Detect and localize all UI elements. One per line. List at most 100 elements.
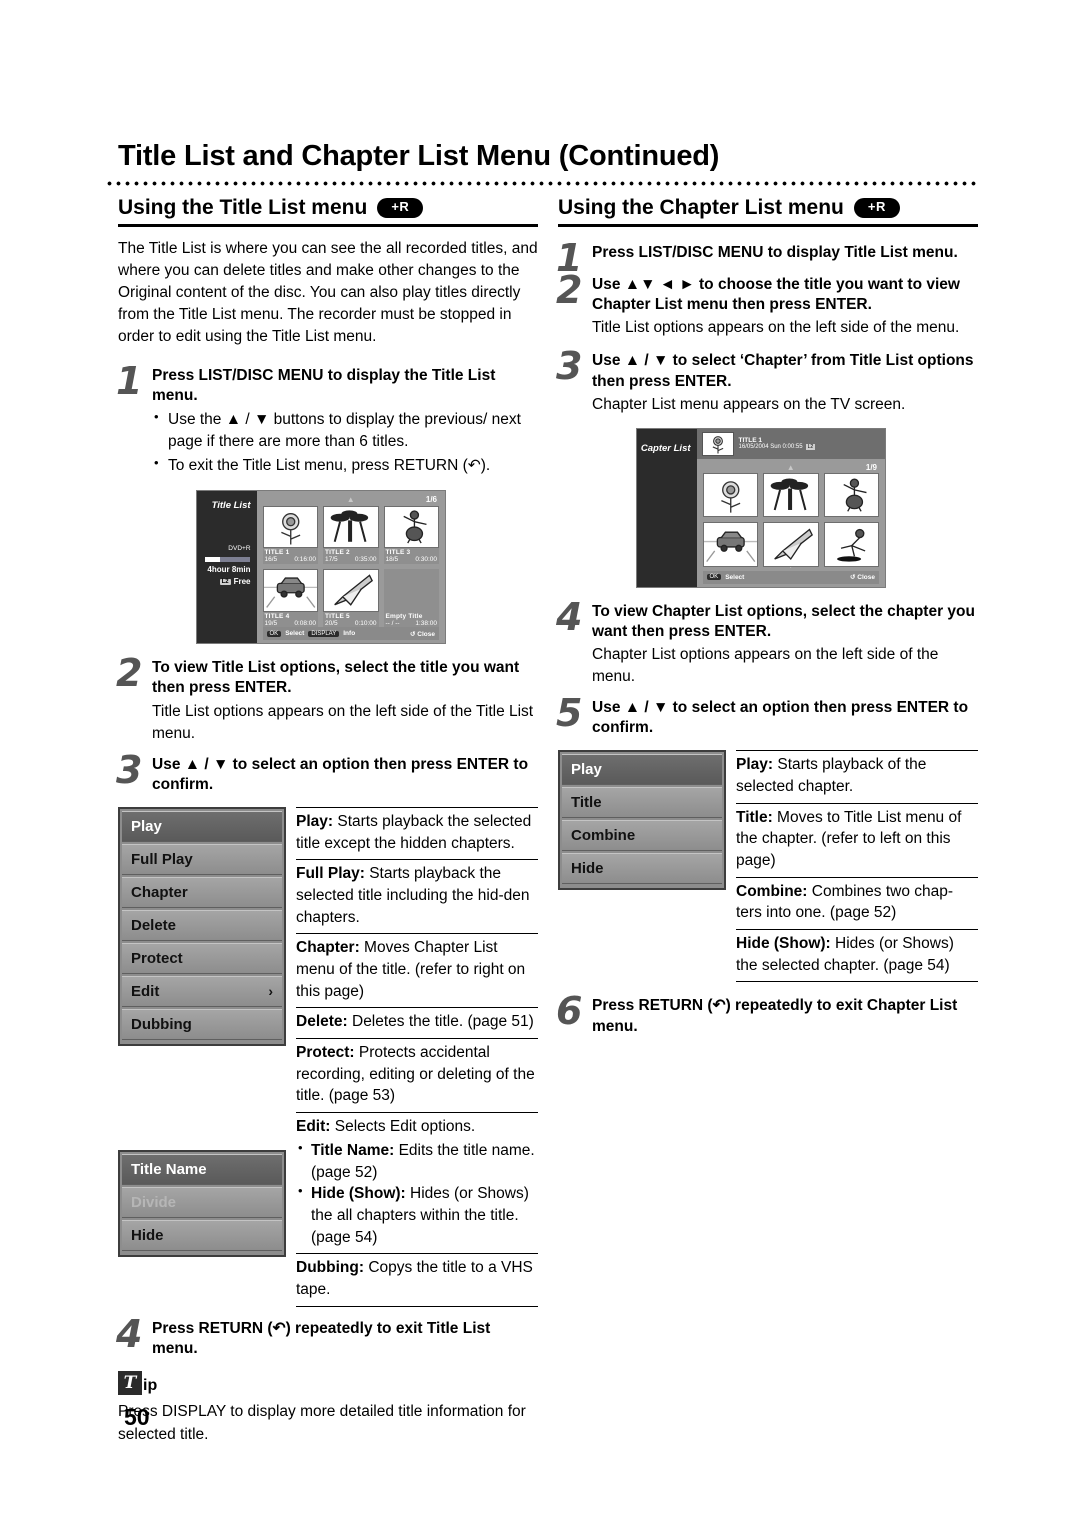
thumbnail-figure — [823, 472, 879, 518]
chapter-cell[interactable] — [702, 472, 758, 518]
screen-main: 1/9 ▲ ▼ — [697, 459, 885, 587]
menu-item-protect[interactable]: Protect — [122, 942, 282, 974]
step-heading: Press LIST/DISC MENU to display Title Li… — [592, 244, 958, 261]
title-cell-date: 17/5 — [325, 556, 338, 564]
title-list-options-menu[interactable]: Play Full Play Chapter Delete Protect Ed… — [118, 806, 286, 1046]
right-column: Using the Chapter List menu +R 1 Press L… — [556, 196, 978, 1037]
menu-item-play[interactable]: Play — [562, 754, 722, 786]
menu-item-combine[interactable]: Combine — [562, 820, 722, 852]
description-term: Edit: — [296, 1118, 331, 1136]
title-cell-time: 0:08:00 — [294, 619, 316, 627]
description-title: Title: Moves to Title List menu of the c… — [736, 802, 978, 877]
screen-sidebar-title: Capter List — [640, 442, 691, 454]
title-cell-meta: 16/5 0:16:00 — [263, 556, 318, 564]
chapter-header-chip: L2 — [805, 444, 816, 451]
screen-page-indicator: 1/6 — [425, 495, 437, 505]
tip-heading: T ip — [118, 1370, 538, 1395]
footer-label: Select — [285, 630, 305, 638]
left-step-2: 2 To view Title List options, select the… — [116, 654, 538, 744]
menu-item-chapter[interactable]: Chapter — [122, 876, 282, 908]
right-step-1: 1 Press LIST/DISC MENU to display Title … — [556, 239, 978, 277]
chapter-cell[interactable] — [702, 522, 758, 567]
edit-submenu[interactable]: Title Name Divide Hide — [118, 1149, 286, 1257]
step-subtext: Chapter List options appears on the left… — [592, 645, 939, 685]
chapter-cell[interactable] — [823, 522, 879, 567]
title-cell[interactable]: TITLE 2 17/5 0:35:00 — [323, 506, 379, 565]
description-term: Title: — [736, 808, 773, 826]
submenu-item-hide[interactable]: Hide — [122, 1219, 282, 1251]
title-cell-name: TITLE 5 — [325, 612, 350, 620]
disc-format-badge: +R — [853, 198, 900, 218]
left-intro-text: The Title List is where you can see the … — [118, 240, 538, 345]
scroll-up-icon[interactable]: ▲ — [787, 463, 795, 472]
title-cell[interactable]: TITLE 1 16/5 0:16:00 — [262, 506, 318, 565]
title-cell-name: TITLE 1 — [264, 549, 290, 557]
title-cell-date: -- / -- — [385, 619, 400, 627]
chapter-list-options-menu[interactable]: Play Title Combine Hide — [558, 750, 726, 891]
left-column: Using the Title List menu +R The Title L… — [116, 196, 538, 1447]
menu-item-full-play[interactable]: Full Play — [122, 843, 282, 875]
description-hide-show: Hide (Show): Hides (or Shows) the select… — [736, 929, 978, 981]
thumbnail-car — [702, 522, 758, 567]
description-play: Play: Starts playback the selected title… — [296, 806, 538, 859]
page-title: Title List and Chapter List Menu (Contin… — [118, 140, 720, 172]
screen-sidebar-title: Title List — [211, 500, 251, 512]
step-heading: Press RETURN (↶) repeatedly to exit Titl… — [152, 1319, 491, 1357]
chapter-cell[interactable] — [763, 522, 819, 567]
step-subtext: Title List options appears on the left s… — [592, 319, 960, 337]
menu-item-delete[interactable]: Delete — [122, 909, 282, 941]
right-step-6: 6 Press RETURN (↶) repeatedly to exit Ch… — [556, 992, 978, 1036]
step-number: 2 — [556, 268, 583, 313]
menu-item-play[interactable]: Play — [122, 810, 282, 842]
title-cell-meta: 18/5 0:30:00 — [384, 556, 440, 564]
step-1-bullets: Use the ▲ / ▼ buttons to display the pre… — [152, 408, 538, 476]
menu-item-dubbing[interactable]: Dubbing — [122, 1008, 282, 1040]
description-full-play: Full Play: Starts playback the selected … — [296, 859, 538, 933]
ok-key-icon: OK — [266, 630, 282, 637]
chapter-header-text: TITLE 1 16/05/2004 Sun 0:00:55 L2 — [738, 437, 816, 451]
submenu-item-title-name[interactable]: Title Name — [122, 1153, 282, 1185]
chapter-cell[interactable] — [823, 472, 879, 518]
disc-format-badge: +R — [377, 198, 424, 218]
edit-sub-descriptions: Title Name: Edits the title name. (page … — [296, 1139, 538, 1248]
title-cell-empty[interactable]: Empty Title -- / -- 1:38:00 — [383, 569, 439, 628]
title-cell-time: 1:38:00 — [415, 619, 437, 627]
description-delete: Delete: Deletes the title. (page 51) — [296, 1007, 538, 1038]
step-heading: Use ▲ / ▼ to select an option then press… — [592, 698, 969, 737]
title-cell[interactable]: TITLE 4 19/5 0:08:00 — [262, 569, 318, 628]
title-cell-date: 16/5 — [264, 556, 278, 564]
thumbnail-figure — [383, 506, 439, 549]
menu-item-hide[interactable]: Hide — [562, 853, 722, 885]
menu-item-edit[interactable]: Edit › — [122, 975, 282, 1007]
title-cell-time: 0:16:00 — [294, 556, 316, 564]
scroll-up-icon[interactable]: ▲ — [347, 496, 355, 504]
footer-close-label: ↺ Close — [410, 630, 435, 638]
thumbnail-tree — [323, 506, 379, 549]
title-cell[interactable]: TITLE 3 18/5 0:30:00 — [383, 506, 440, 565]
step-number: 1 — [116, 359, 143, 403]
thumbnail-tree — [763, 472, 819, 518]
footer-label: Info — [343, 630, 356, 638]
left-step-1: 1 Press LIST/DISC MENU to display the Ti… — [116, 362, 538, 476]
right-heading-rule — [558, 224, 978, 227]
tip-text: Press DISPLAY to display more detailed t… — [118, 1402, 526, 1444]
screen-free-row: L2 Free — [219, 577, 251, 586]
descriptions-end-rule — [736, 981, 978, 983]
screen-page-indicator: 1/9 — [865, 462, 877, 472]
tip-block: T ip Press DISPLAY to display more detai… — [118, 1370, 538, 1447]
chapter-header-title: TITLE 1 — [738, 437, 762, 445]
chapter-cell[interactable] — [763, 472, 819, 518]
description-dubbing: Dubbing: Copys the title to a VHS tape. — [296, 1253, 538, 1305]
title-cell[interactable]: TITLE 5 20/5 0:10:00 — [323, 569, 379, 628]
left-descriptions: Play: Starts playback the selected title… — [296, 806, 538, 1307]
menu-item-title[interactable]: Title — [562, 787, 722, 819]
footer-label: Select — [725, 573, 745, 581]
left-section-heading: Using the Title List menu +R — [118, 196, 538, 220]
title-grid: TITLE 1 16/5 0:16:00 TITLE 2 17/5 0:35:0… — [262, 506, 440, 628]
ok-key-icon: OK — [706, 574, 722, 581]
left-heading-text: Using the Title List menu — [118, 196, 368, 219]
description-term: Hide (Show): — [736, 935, 831, 953]
right-step-4: 4 To view Chapter List options, select t… — [556, 598, 978, 688]
left-step-4: 4 Press RETURN (↶) repeatedly to exit Ti… — [116, 1315, 538, 1359]
left-step-3: 3 Use ▲ / ▼ to select an option then pre… — [116, 751, 538, 795]
